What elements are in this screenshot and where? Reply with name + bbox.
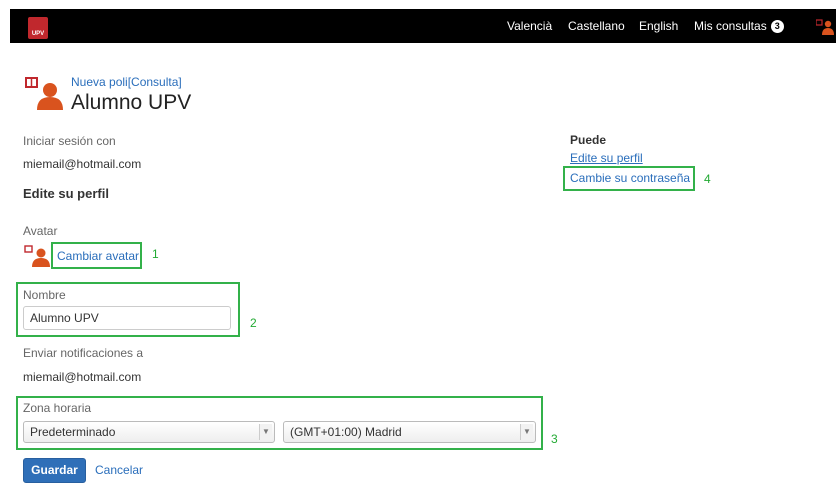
mis-consultas-link[interactable]: Mis consultas 3 (694, 9, 784, 43)
user-icon (815, 19, 834, 35)
annotation-3: 3 (551, 432, 558, 446)
login-label: Iniciar sesión con (23, 134, 116, 148)
annotation-1: 1 (152, 247, 159, 261)
annotation-4: 4 (704, 172, 711, 186)
user-menu-icon[interactable] (815, 19, 836, 40)
context-link[interactable]: Nueva poli[Consulta] (71, 75, 182, 89)
timezone-mode-select[interactable]: Predeterminado ▼ (23, 421, 275, 443)
section-title: Edite su perfil (23, 186, 109, 201)
top-navbar: UPV Valencià Castellano English Mis cons… (10, 9, 836, 43)
sidebar-title: Puede (570, 133, 607, 147)
timezone-zone-value: (GMT+01:00) Madrid (290, 425, 402, 439)
page-title: Alumno UPV (71, 91, 192, 114)
edit-profile-link[interactable]: Edite su perfil (570, 151, 643, 165)
consultas-count-badge: 3 (770, 20, 784, 34)
timezone-zone-select[interactable]: (GMT+01:00) Madrid ▼ (283, 421, 536, 443)
annotation-2: 2 (250, 316, 257, 330)
cancel-link[interactable]: Cancelar (95, 463, 143, 477)
timezone-label: Zona horaria (23, 401, 92, 415)
change-password-link[interactable]: Cambie su contraseña (570, 171, 690, 185)
notifications-email: miemail@hotmail.com (23, 370, 142, 384)
avatar-image (24, 245, 50, 267)
timezone-mode-value: Predeterminado (30, 425, 116, 439)
logo-text: UPV (31, 31, 45, 37)
avatar-label: Avatar (23, 224, 58, 238)
lang-valencia-link[interactable]: Valencià (507, 9, 552, 43)
chevron-down-icon: ▼ (520, 424, 533, 440)
notifications-label: Enviar notificaciones a (23, 346, 144, 360)
lang-castellano-link[interactable]: Castellano (568, 9, 625, 43)
chevron-down-icon: ▼ (259, 424, 272, 440)
profile-user-icon (25, 77, 63, 110)
mis-consultas-label: Mis consultas (694, 19, 767, 33)
login-email: miemail@hotmail.com (23, 157, 142, 171)
change-avatar-link[interactable]: Cambiar avatar (57, 249, 139, 263)
name-input[interactable] (23, 306, 231, 330)
upv-logo[interactable]: UPV (28, 17, 48, 39)
lang-english-link[interactable]: English (639, 9, 678, 43)
save-button[interactable]: Guardar (23, 458, 86, 483)
name-label: Nombre (23, 288, 66, 302)
